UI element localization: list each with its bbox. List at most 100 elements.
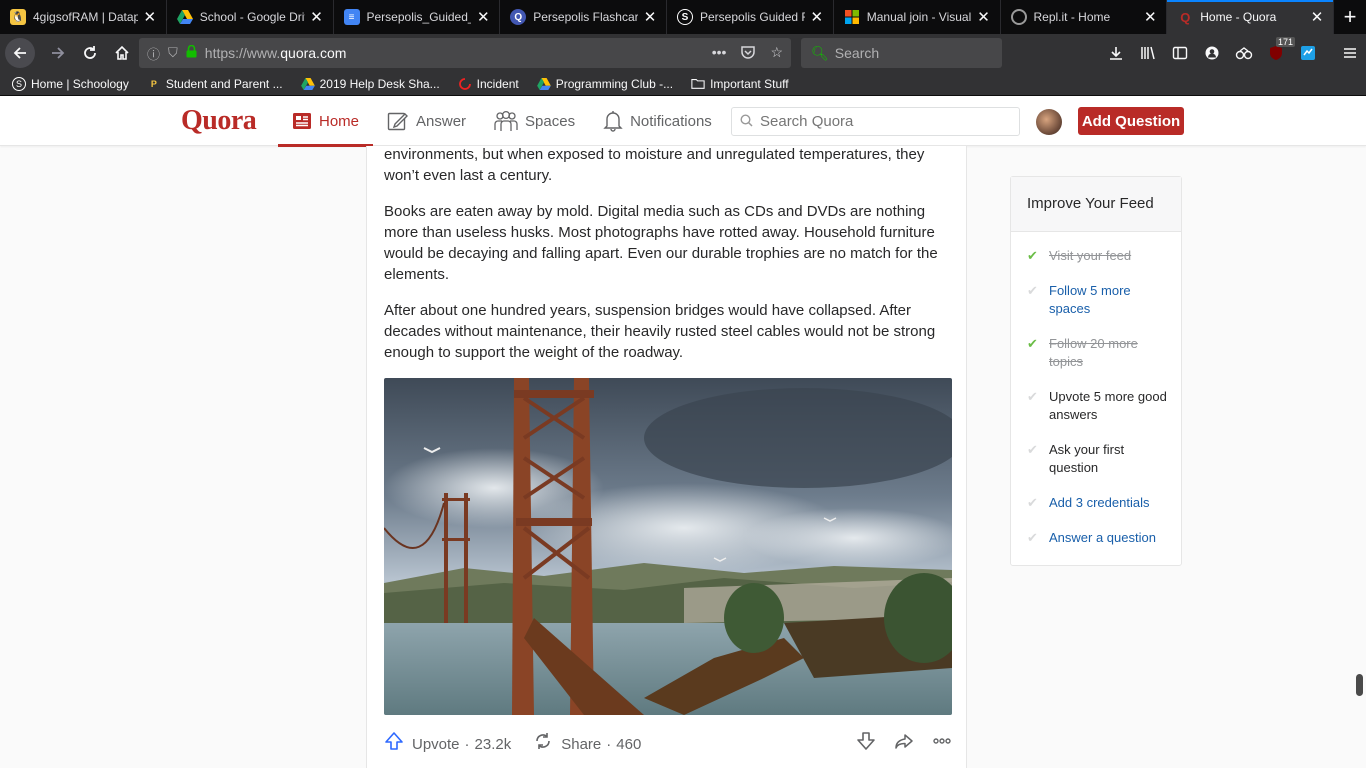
browser-tab[interactable]: S Persepolis Guided R ✕	[667, 0, 834, 34]
close-icon[interactable]: ✕	[475, 8, 491, 26]
quora-search[interactable]	[731, 107, 1020, 136]
add-question-button[interactable]: Add Question	[1078, 107, 1184, 135]
extension-icon[interactable]	[1232, 38, 1256, 68]
answer-paragraph: Books are eaten away by mold. Digital me…	[384, 203, 938, 283]
sidebar-icon[interactable]	[1168, 38, 1192, 68]
close-icon[interactable]: ✕	[1142, 8, 1158, 26]
feed-task[interactable]: ✔ Upvote 5 more good answers	[1027, 388, 1171, 424]
browser-search-box[interactable]: 🔍︎ Search	[801, 38, 1002, 68]
tab-title: Persepolis_Guided_R	[366, 10, 472, 24]
bookmarks-bar: S Home | Schoology P Student and Parent …	[0, 72, 1366, 96]
close-icon[interactable]: ✕	[976, 8, 992, 26]
feed-task[interactable]: ✔ Add 3 credentials	[1027, 494, 1171, 512]
bookmark-item[interactable]: Programming Club -...	[536, 77, 673, 91]
info-icon[interactable]: ⓘ	[147, 44, 160, 63]
reload-icon	[84, 46, 96, 59]
share-loop-icon	[533, 731, 553, 757]
improve-feed-list: ✔ Visit your feed ✔ Follow 5 more spaces…	[1011, 232, 1181, 547]
download-icon[interactable]	[1104, 38, 1128, 68]
browser-tab-strip: 🐧 4gigsofRAM | Datap ✕ School - Google D…	[0, 0, 1366, 34]
browser-tab-active[interactable]: Q Home - Quora ✕	[1167, 0, 1334, 34]
upvote-button[interactable]: Upvote · 23.2k	[384, 731, 511, 757]
check-icon: ✔	[1027, 495, 1038, 510]
close-icon[interactable]: ✕	[142, 8, 158, 26]
upvote-arrow-icon	[384, 731, 404, 757]
bookmark-star-icon[interactable]: ☆	[770, 44, 783, 63]
more-options-icon[interactable]	[932, 731, 952, 757]
home-button[interactable]	[107, 38, 137, 68]
share-count: 460	[616, 735, 642, 753]
close-icon[interactable]: ✕	[309, 8, 325, 26]
bookmark-item[interactable]: P Student and Parent ...	[147, 77, 283, 91]
nav-home[interactable]: Home	[278, 96, 374, 147]
home-icon	[115, 45, 129, 60]
check-icon: ✔	[1027, 336, 1038, 351]
bookmark-item[interactable]: 2019 Help Desk Sha...	[300, 77, 440, 91]
lock-icon[interactable]	[186, 44, 197, 61]
translate-extension-icon[interactable]	[1296, 38, 1320, 68]
answer-actions: Upvote · 23.2k Share · 460	[384, 732, 952, 756]
browser-tab[interactable]: ≡ Persepolis_Guided_R ✕	[334, 0, 501, 34]
incident-icon	[458, 77, 472, 91]
library-icon[interactable]	[1136, 38, 1160, 68]
home-feed-icon	[292, 111, 312, 131]
google-docs-icon: ≡	[343, 9, 360, 25]
nav-notifications[interactable]: Notifications	[589, 96, 726, 146]
answer-secondary-actions	[856, 731, 952, 757]
url-text[interactable]: https://www.quora.com	[205, 45, 347, 61]
address-bar[interactable]: ⓘ ⛉ https://www.quora.com ••• ☆	[139, 38, 791, 68]
forward-button[interactable]	[43, 38, 73, 68]
check-icon: ✔	[1027, 389, 1038, 404]
avatar[interactable]	[1036, 109, 1062, 135]
tab-title: 4gigsofRAM | Datap	[33, 10, 138, 24]
page-scrollbar-thumb[interactable]	[1356, 674, 1363, 696]
share-button[interactable]: Share · 460	[533, 731, 641, 757]
answer-paragraph: environments, but when exposed to moistu…	[384, 146, 925, 184]
google-drive-icon	[536, 77, 551, 91]
browser-tab[interactable]: Manual join - Visual ✕	[834, 0, 1001, 34]
feed-task[interactable]: ✔ Ask your first question	[1027, 441, 1171, 477]
back-button[interactable]	[5, 38, 35, 68]
people-group-icon	[494, 110, 518, 132]
shield-icon[interactable]: ⛉	[168, 45, 178, 61]
menu-icon[interactable]	[1338, 38, 1362, 68]
browser-tab[interactable]: Repl.it - Home ✕	[1001, 0, 1168, 34]
schoology-icon: S	[12, 76, 26, 91]
feed-task[interactable]: ✔ Follow 20 more topics	[1027, 335, 1171, 371]
ruined-bridge-photo[interactable]	[384, 378, 952, 715]
replit-icon	[1010, 9, 1027, 25]
pocket-icon[interactable]	[740, 44, 756, 63]
penguin-icon: 🐧	[10, 9, 26, 25]
bookmark-item[interactable]: Incident	[458, 77, 519, 91]
arrow-left-icon	[13, 47, 26, 59]
account-icon[interactable]	[1200, 38, 1224, 68]
tab-title: Persepolis Guided R	[700, 10, 805, 24]
feed-task[interactable]: ✔ Answer a question	[1027, 529, 1171, 547]
close-icon[interactable]: ✕	[642, 8, 658, 26]
tab-title: School - Google Driv	[199, 10, 305, 24]
sparknotes-icon: S	[677, 9, 693, 25]
close-icon[interactable]: ✕	[1309, 8, 1325, 26]
quora-search-input[interactable]	[760, 113, 1000, 130]
nav-spaces[interactable]: Spaces	[480, 96, 589, 146]
bookmark-folder[interactable]: Important Stuff	[691, 77, 789, 91]
feed-task[interactable]: ✔ Visit your feed	[1027, 247, 1171, 265]
improve-feed-panel: Improve Your Feed ✔ Visit your feed ✔ Fo…	[1010, 176, 1182, 566]
ublock-icon[interactable]: 171	[1264, 37, 1296, 68]
browser-tab[interactable]: 🐧 4gigsofRAM | Datap ✕	[0, 0, 167, 34]
close-icon[interactable]: ✕	[809, 8, 825, 26]
reload-button[interactable]	[75, 38, 105, 68]
more-actions-icon[interactable]: •••	[712, 44, 727, 63]
answer-body: environments, but when exposed to moistu…	[384, 146, 944, 378]
forward-share-icon[interactable]	[894, 731, 914, 757]
browser-tab[interactable]: Q Persepolis Flashcard ✕	[500, 0, 667, 34]
feed-task[interactable]: ✔ Follow 5 more spaces	[1027, 282, 1171, 318]
tab-title: Home - Quora	[1200, 10, 1277, 24]
extension-badge: 171	[1276, 37, 1296, 47]
browser-tab[interactable]: School - Google Driv ✕	[167, 0, 334, 34]
downvote-icon[interactable]	[856, 731, 876, 757]
quora-logo[interactable]: Quora	[181, 105, 257, 137]
nav-answer[interactable]: Answer	[373, 96, 480, 146]
bookmark-item[interactable]: S Home | Schoology	[12, 76, 129, 91]
new-tab-button[interactable]: +	[1334, 0, 1366, 34]
